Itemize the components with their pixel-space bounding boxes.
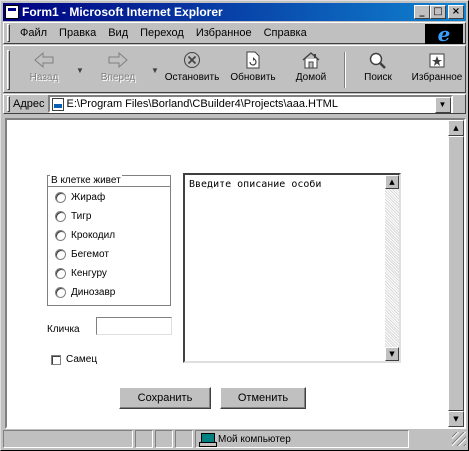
save-button[interactable]: Сохранить — [119, 387, 211, 409]
back-arrow-icon — [33, 50, 55, 70]
radio-option-tiger[interactable]: Тигр — [55, 209, 91, 223]
standard-toolbar: Назад ▼ Вперед ▼ Остановить Обновить Дом… — [3, 45, 466, 93]
page-scrollbar[interactable]: ▲ ▼ — [448, 120, 464, 427]
group-divider — [48, 186, 170, 187]
minimize-button[interactable]: _ — [414, 5, 430, 19]
forward-dropdown-icon[interactable]: ▼ — [151, 66, 159, 75]
male-checkbox-row[interactable]: Самец — [51, 354, 97, 365]
app-icon[interactable] — [5, 5, 19, 19]
radio-label: Крокодил — [71, 229, 116, 241]
close-button[interactable]: × — [448, 5, 464, 19]
window-title: Form1 - Microsoft Internet Explorer — [22, 5, 223, 19]
radio-option-giraffe[interactable]: Жираф — [55, 190, 105, 204]
radio-label: Жираф — [71, 191, 106, 203]
radio-button[interactable] — [55, 248, 66, 260]
forward-button[interactable]: Вперед — [90, 50, 146, 90]
address-bar: Адрес E:\Program Files\Borland\CBuilder4… — [3, 94, 466, 114]
refresh-label: Обновить — [230, 72, 276, 83]
status-zone-pane: Мой компьютер — [195, 430, 409, 448]
browser-window: Form1 - Microsoft Internet Explorer _ □ … — [0, 0, 469, 451]
address-label: Адрес — [13, 98, 45, 110]
back-label: Назад — [29, 72, 59, 83]
male-label: Самец — [66, 354, 98, 365]
menu-grip[interactable] — [7, 24, 10, 42]
search-icon — [368, 50, 388, 70]
menu-bar: Файл Правка Вид Переход Избранное Справк… — [3, 22, 466, 44]
toolbar-grip[interactable] — [7, 50, 10, 90]
description-textarea[interactable]: Введите описание особи ▲ ▼ — [183, 173, 401, 363]
menu-go[interactable]: Переход — [134, 27, 190, 39]
menu-file[interactable]: Файл — [14, 27, 53, 39]
description-scroll-up-button[interactable]: ▲ — [385, 175, 399, 189]
radio-option-kangaroo[interactable]: Кенгуру — [55, 266, 107, 280]
resize-grip-icon[interactable] — [452, 432, 466, 446]
address-input[interactable]: E:\Program Files\Borland\CBuilder4\Proje… — [47, 95, 453, 113]
back-dropdown-icon[interactable]: ▼ — [76, 66, 84, 75]
cancel-button[interactable]: Отменить — [220, 387, 306, 409]
page-content: В клетке живет Жираф Тигр Крокодил Бегем… — [5, 118, 466, 429]
radio-option-hippo[interactable]: Бегемот — [55, 247, 109, 261]
stop-button[interactable]: Остановить — [162, 50, 222, 90]
radio-button[interactable] — [55, 286, 66, 298]
description-scrollbar[interactable]: ▲ ▼ — [385, 175, 399, 361]
radio-group-caption: В клетке живет — [50, 175, 122, 186]
stop-icon — [183, 50, 201, 70]
title-bar[interactable]: Form1 - Microsoft Internet Explorer _ □ … — [3, 3, 466, 21]
radio-label: Динозавр — [71, 286, 116, 298]
description-scroll-down-button[interactable]: ▼ — [385, 347, 399, 361]
my-computer-icon — [199, 433, 217, 447]
menu-help[interactable]: Справка — [258, 27, 313, 39]
search-label: Поиск — [364, 72, 392, 83]
radio-label: Бегемот — [71, 248, 109, 260]
address-value[interactable]: E:\Program Files\Borland\CBuilder4\Proje… — [67, 98, 338, 110]
menu-edit[interactable]: Правка — [53, 27, 102, 39]
status-pane — [135, 430, 153, 448]
address-grip[interactable] — [7, 96, 10, 112]
favorites-label: Избранное — [411, 72, 463, 83]
name-input[interactable] — [96, 317, 172, 335]
favorites-button[interactable]: Избранное — [408, 50, 466, 90]
refresh-button[interactable]: Обновить — [226, 50, 280, 90]
stop-label: Остановить — [164, 72, 220, 83]
radio-button[interactable] — [55, 229, 66, 241]
forward-arrow-icon — [107, 50, 129, 70]
animal-radio-group: В клетке живет Жираф Тигр Крокодил Бегем… — [47, 175, 171, 306]
home-icon — [301, 50, 321, 70]
status-pane — [175, 430, 193, 448]
back-button[interactable]: Назад — [18, 50, 70, 90]
toolbar-separator — [344, 52, 346, 88]
radio-button[interactable] — [55, 210, 66, 222]
name-label: Кличка — [47, 324, 80, 335]
home-label: Домой — [295, 72, 327, 83]
page-scroll-up-button[interactable]: ▲ — [448, 120, 464, 136]
radio-option-dinosaur[interactable]: Динозавр — [55, 285, 115, 299]
html-page-icon — [51, 97, 64, 111]
home-button[interactable]: Домой — [288, 50, 334, 90]
radio-button[interactable] — [55, 267, 66, 279]
ie-logo-icon: e — [425, 24, 463, 44]
male-checkbox[interactable] — [51, 354, 61, 365]
favorites-icon — [428, 50, 446, 70]
page-scroll-down-button[interactable]: ▼ — [448, 411, 464, 427]
address-dropdown-button[interactable]: ▼ — [434, 97, 451, 113]
status-main-pane — [3, 430, 133, 448]
description-text[interactable]: Введите описание особи — [189, 179, 321, 190]
ie-logo-glyph: e — [437, 22, 451, 46]
maximize-button[interactable]: □ — [430, 5, 446, 19]
menu-favorites[interactable]: Избранное — [190, 27, 258, 39]
forward-label: Вперед — [100, 72, 136, 83]
radio-button[interactable] — [55, 191, 66, 203]
search-button[interactable]: Поиск — [356, 50, 400, 90]
refresh-icon — [245, 50, 261, 70]
menu-view[interactable]: Вид — [102, 27, 134, 39]
radio-label: Тигр — [71, 210, 92, 222]
radio-option-crocodile[interactable]: Крокодил — [55, 228, 115, 242]
status-zone-text: Мой компьютер — [218, 433, 291, 445]
page-scroll-thumb[interactable] — [448, 136, 464, 411]
radio-label: Кенгуру — [71, 267, 107, 279]
status-bar: Мой компьютер — [3, 430, 466, 448]
status-pane — [155, 430, 173, 448]
